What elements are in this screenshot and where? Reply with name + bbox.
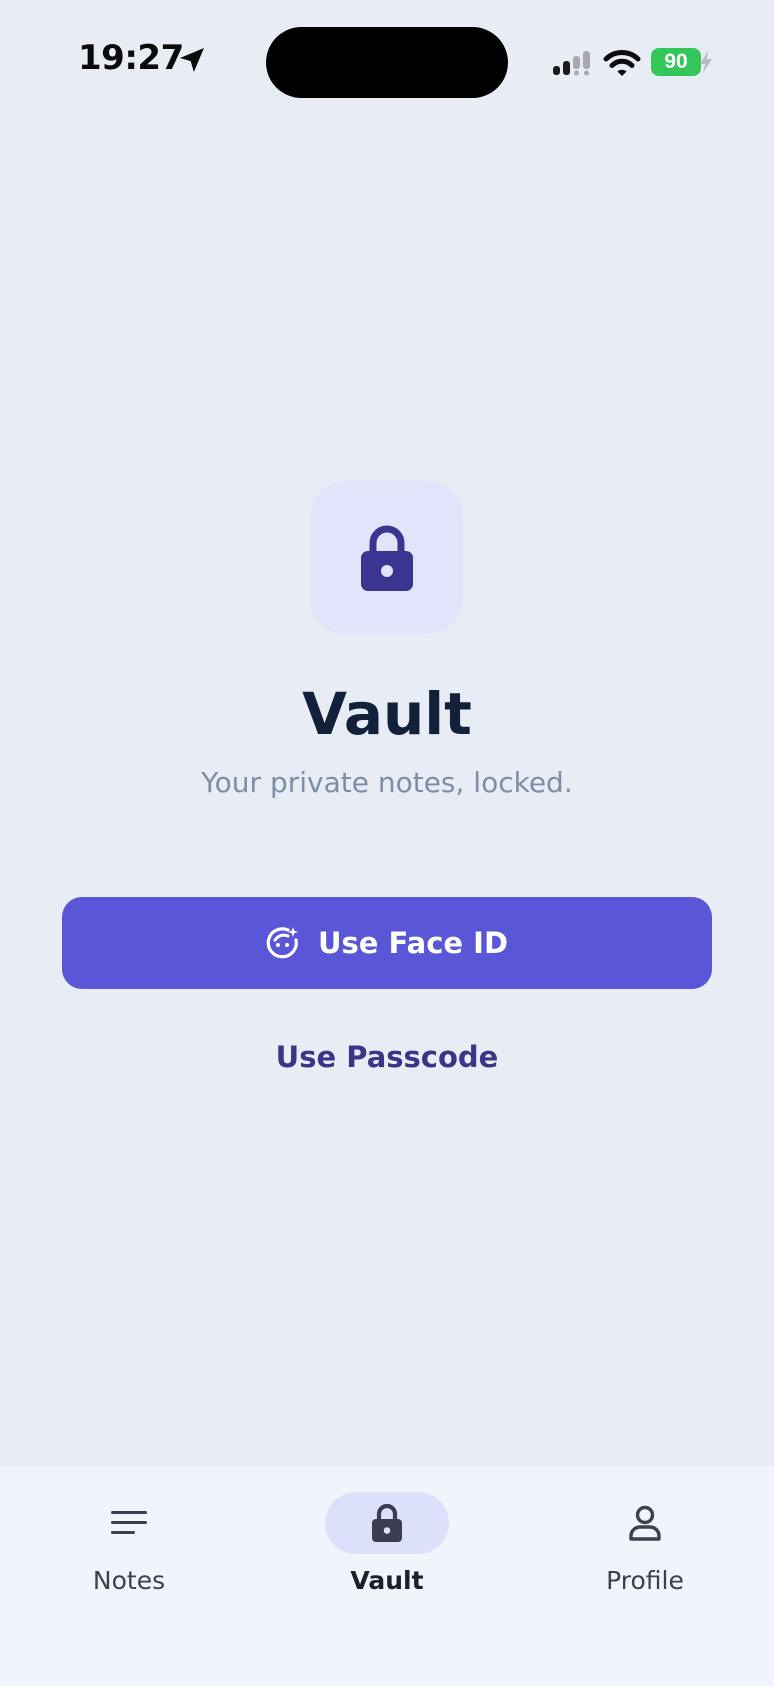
use-face-id-label: Use Face ID [317, 926, 509, 960]
dynamic-island [266, 27, 508, 98]
tab-notes-label: Notes [92, 1566, 166, 1595]
tab-vault-active-pill [325, 1492, 449, 1554]
tab-notes[interactable]: Notes [29, 1492, 229, 1602]
tab-vault[interactable]: Vault [287, 1492, 487, 1602]
face-id-icon [266, 927, 298, 959]
lock-icon [372, 1503, 402, 1542]
battery-icon: 90 [651, 48, 712, 78]
battery-level: 90 [664, 50, 688, 73]
tab-bar: Notes Vault Profile [0, 1466, 774, 1686]
signal-icon [553, 51, 590, 76]
tab-notes-icon-wrap [67, 1492, 191, 1554]
tab-profile-icon-wrap [583, 1492, 707, 1554]
wifi-icon [603, 50, 641, 76]
use-face-id-button[interactable]: Use Face ID [62, 897, 712, 989]
use-passcode-link[interactable]: Use Passcode [0, 1040, 774, 1074]
person-icon [629, 1505, 661, 1541]
page-subtitle: Your private notes, locked. [201, 766, 573, 799]
lock-icon [360, 525, 413, 591]
tab-profile-label: Profile [606, 1566, 684, 1595]
location-arrow-icon [180, 48, 204, 72]
status-time: 19:27 [78, 38, 184, 78]
charging-bolt-icon [700, 51, 712, 73]
lock-tile [310, 481, 463, 634]
tab-vault-label: Vault [350, 1566, 424, 1595]
notes-lines-icon [111, 1511, 147, 1534]
page-title: Vault [302, 680, 472, 748]
tab-profile[interactable]: Profile [545, 1492, 745, 1602]
